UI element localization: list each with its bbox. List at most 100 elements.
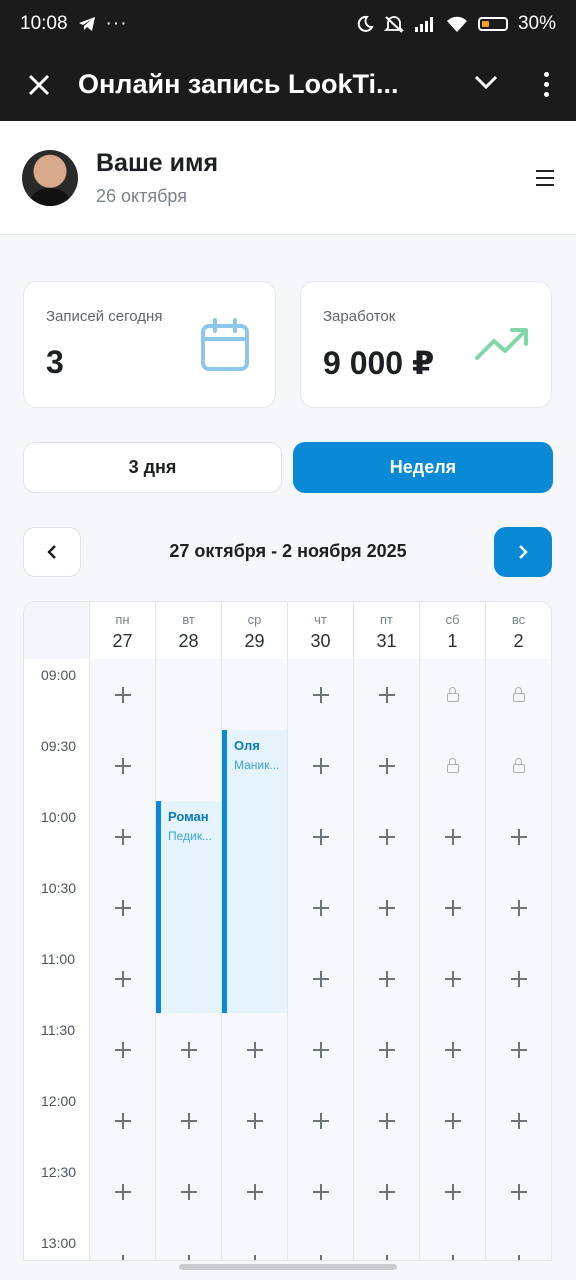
plus-icon — [444, 1183, 461, 1200]
add-booking-slot[interactable] — [486, 1227, 551, 1260]
add-booking-slot[interactable] — [90, 1085, 156, 1156]
plus-icon — [114, 1183, 131, 1200]
add-booking-slot[interactable] — [486, 801, 551, 872]
plus-icon — [445, 1254, 461, 1260]
add-booking-slot[interactable] — [354, 1227, 420, 1260]
plus-icon — [378, 1041, 395, 1058]
day-header: пн 27 — [90, 602, 156, 659]
locked-slot — [420, 659, 486, 730]
app-title: Онлайн запись LookTi... — [78, 69, 399, 99]
next-week-button[interactable] — [494, 527, 552, 577]
add-booking-slot[interactable] — [90, 1014, 156, 1085]
plus-icon — [510, 1183, 527, 1200]
add-booking-slot[interactable] — [156, 1085, 222, 1156]
add-booking-slot[interactable] — [354, 1014, 420, 1085]
add-booking-slot[interactable] — [354, 943, 420, 1014]
chevron-left-icon — [47, 545, 56, 559]
plus-icon — [312, 828, 329, 845]
avatar[interactable] — [22, 149, 78, 206]
add-booking-slot[interactable] — [354, 872, 420, 943]
time-row: 13:00 — [24, 1227, 551, 1260]
add-booking-slot[interactable] — [420, 872, 486, 943]
add-booking-slot[interactable] — [288, 872, 354, 943]
add-booking-slot[interactable] — [90, 872, 156, 943]
day-number: 31 — [376, 631, 397, 651]
add-booking-slot[interactable] — [288, 943, 354, 1014]
week-tab[interactable]: Неделя — [293, 442, 553, 493]
day-number: 30 — [310, 631, 331, 651]
appointment-block[interactable]: Роман Педик... — [156, 801, 221, 1013]
more-menu-button[interactable] — [516, 72, 576, 97]
previous-week-button[interactable] — [23, 527, 81, 577]
time-row: 09:00 — [24, 659, 551, 730]
add-booking-slot[interactable] — [486, 1085, 551, 1156]
plus-icon — [378, 1112, 395, 1129]
add-booking-slot[interactable] — [354, 1156, 420, 1227]
add-booking-slot[interactable] — [420, 943, 486, 1014]
add-booking-slot[interactable] — [288, 801, 354, 872]
add-booking-slot[interactable] — [156, 1227, 222, 1260]
add-booking-slot[interactable] — [90, 730, 156, 801]
more-notifications-icon: ··· — [105, 13, 128, 34]
add-booking-slot[interactable] — [288, 659, 354, 730]
locked-slot — [486, 730, 551, 801]
plus-icon — [180, 1041, 197, 1058]
add-booking-slot[interactable] — [288, 1014, 354, 1085]
add-booking-slot[interactable] — [288, 730, 354, 801]
expand-button[interactable] — [456, 75, 516, 94]
add-booking-slot[interactable] — [420, 1156, 486, 1227]
add-booking-slot[interactable] — [354, 801, 420, 872]
plus-icon — [444, 1112, 461, 1129]
add-booking-slot[interactable] — [486, 1156, 551, 1227]
add-booking-slot[interactable] — [354, 730, 420, 801]
add-booking-slot[interactable] — [90, 1227, 156, 1260]
appointment-service: Педик... — [168, 829, 212, 843]
add-booking-slot[interactable] — [486, 1014, 551, 1085]
add-booking-slot[interactable] — [288, 1156, 354, 1227]
add-booking-slot[interactable] — [288, 1227, 354, 1260]
add-booking-slot[interactable] — [222, 1085, 288, 1156]
day-header: ср 29 — [222, 602, 288, 659]
time-label: 12:30 — [24, 1156, 90, 1227]
three-days-tab[interactable]: 3 дня — [23, 442, 282, 493]
plus-icon — [511, 1254, 527, 1260]
add-booking-slot[interactable] — [420, 1085, 486, 1156]
trend-up-icon — [475, 328, 528, 360]
profile-header: Ваше имя 26 октября — [0, 121, 576, 235]
add-booking-slot[interactable] — [354, 1085, 420, 1156]
time-label: 12:00 — [24, 1085, 90, 1156]
add-booking-slot[interactable] — [156, 1156, 222, 1227]
add-booking-slot[interactable] — [420, 1227, 486, 1260]
add-booking-slot[interactable] — [222, 1014, 288, 1085]
hamburger-menu-icon[interactable] — [536, 169, 554, 186]
time-label: 11:00 — [24, 943, 90, 1014]
plus-icon — [312, 1183, 329, 1200]
add-booking-slot[interactable] — [156, 1014, 222, 1085]
plus-icon — [510, 899, 527, 916]
plus-icon — [378, 757, 395, 774]
earnings-label: Заработок — [323, 308, 396, 325]
add-booking-slot[interactable] — [222, 1227, 288, 1260]
add-booking-slot[interactable] — [90, 1156, 156, 1227]
day-name: пт — [380, 612, 393, 627]
add-booking-slot[interactable] — [486, 943, 551, 1014]
add-booking-slot[interactable] — [486, 872, 551, 943]
plus-icon — [510, 1112, 527, 1129]
close-button[interactable] — [0, 69, 78, 101]
add-booking-slot[interactable] — [288, 1085, 354, 1156]
plus-icon — [444, 828, 461, 845]
add-booking-slot[interactable] — [90, 659, 156, 730]
plus-icon — [378, 970, 395, 987]
time-row: 10:30 — [24, 872, 551, 943]
add-booking-slot[interactable] — [90, 943, 156, 1014]
plus-icon — [378, 899, 395, 916]
add-booking-slot[interactable] — [354, 659, 420, 730]
appointment-block[interactable]: Оля Маник... — [222, 730, 287, 1013]
add-booking-slot[interactable] — [222, 1156, 288, 1227]
plus-icon — [181, 1254, 197, 1260]
add-booking-slot[interactable] — [90, 801, 156, 872]
plus-icon — [312, 899, 329, 916]
add-booking-slot[interactable] — [420, 1014, 486, 1085]
add-booking-slot[interactable] — [420, 801, 486, 872]
plus-icon — [180, 1112, 197, 1129]
